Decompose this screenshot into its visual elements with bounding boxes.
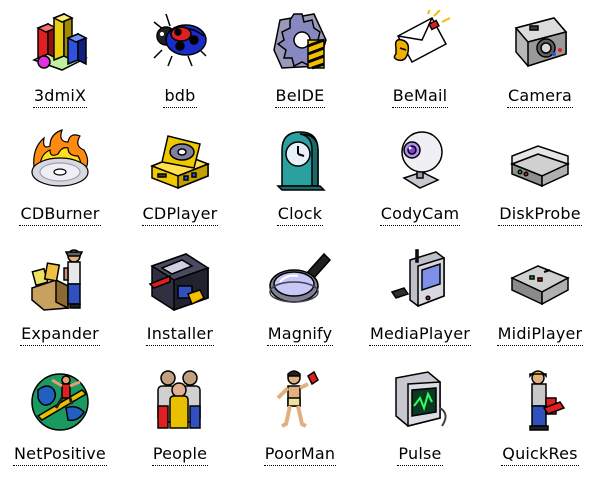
- app-label: BeIDE: [274, 87, 326, 108]
- midi-box-icon[interactable]: [508, 248, 572, 312]
- app-label: Expander: [20, 325, 100, 346]
- floppy-installer-icon[interactable]: [148, 248, 212, 312]
- people-icon[interactable]: [148, 368, 212, 432]
- app-label: Clock: [276, 205, 324, 226]
- app-magnify[interactable]: Magnify: [240, 238, 360, 358]
- app-label: QuickRes: [501, 445, 579, 466]
- app-expander[interactable]: Expander: [0, 238, 120, 358]
- app-label: Pulse: [397, 445, 443, 466]
- app-label: CDPlayer: [141, 205, 219, 226]
- app-cdplayer[interactable]: CDPlayer: [120, 118, 240, 238]
- app-label: MediaPlayer: [368, 325, 472, 346]
- media-player-icon[interactable]: [388, 248, 452, 312]
- app-label: CDBurner: [19, 205, 101, 226]
- globe-surfer-icon[interactable]: [28, 368, 92, 432]
- app-label: Installer: [145, 325, 215, 346]
- flaming-cd-icon[interactable]: [28, 128, 92, 192]
- package-icon[interactable]: [28, 248, 92, 312]
- clock-icon[interactable]: [268, 128, 332, 192]
- pulse-monitor-icon[interactable]: [388, 368, 452, 432]
- app-label: PoorMan: [263, 445, 337, 466]
- app-label: MidiPlayer: [496, 325, 584, 346]
- app-label: Magnify: [266, 325, 334, 346]
- app-clock[interactable]: Clock: [240, 118, 360, 238]
- icon-grid: 3dmiX bdb BeIDE BeMail Camera CDBurner C…: [0, 0, 600, 484]
- app-label: Camera: [507, 87, 573, 108]
- app-bdb[interactable]: bdb: [120, 0, 240, 118]
- app-poorman[interactable]: PoorMan: [240, 358, 360, 484]
- app-installer[interactable]: Installer: [120, 238, 240, 358]
- app-label: People: [151, 445, 209, 466]
- app-label: CodyCam: [379, 205, 461, 226]
- app-beide[interactable]: BeIDE: [240, 0, 360, 118]
- app-codycam[interactable]: CodyCam: [360, 118, 480, 238]
- app-label: NetPositive: [13, 445, 107, 466]
- disk-drive-icon[interactable]: [508, 128, 572, 192]
- app-label: bdb: [163, 87, 197, 108]
- app-camera[interactable]: Camera: [480, 0, 600, 118]
- 3d-bar-chart-icon[interactable]: [28, 10, 92, 74]
- magnifying-glass-icon[interactable]: [268, 248, 332, 312]
- app-bemail[interactable]: BeMail: [360, 0, 480, 118]
- app-people[interactable]: People: [120, 358, 240, 484]
- app-label: 3dmiX: [32, 87, 88, 108]
- app-mediaplayer[interactable]: MediaPlayer: [360, 238, 480, 358]
- gear-icon[interactable]: [268, 10, 332, 74]
- app-quickres[interactable]: QuickRes: [480, 358, 600, 484]
- app-cdburner[interactable]: CDBurner: [0, 118, 120, 238]
- app-3dmix[interactable]: 3dmiX: [0, 0, 120, 118]
- envelope-icon[interactable]: [388, 10, 452, 74]
- app-netpositive[interactable]: NetPositive: [0, 358, 120, 484]
- quickres-icon[interactable]: [508, 368, 572, 432]
- camera-icon[interactable]: [508, 10, 572, 74]
- webcam-icon[interactable]: [388, 128, 452, 192]
- app-diskprobe[interactable]: DiskProbe: [480, 118, 600, 238]
- app-label: DiskProbe: [498, 205, 582, 226]
- poorman-icon[interactable]: [268, 368, 332, 432]
- app-midiplayer[interactable]: MidiPlayer: [480, 238, 600, 358]
- cd-player-icon[interactable]: [148, 128, 212, 192]
- ladybug-icon[interactable]: [148, 10, 212, 74]
- app-pulse[interactable]: Pulse: [360, 358, 480, 484]
- app-label: BeMail: [391, 87, 449, 108]
